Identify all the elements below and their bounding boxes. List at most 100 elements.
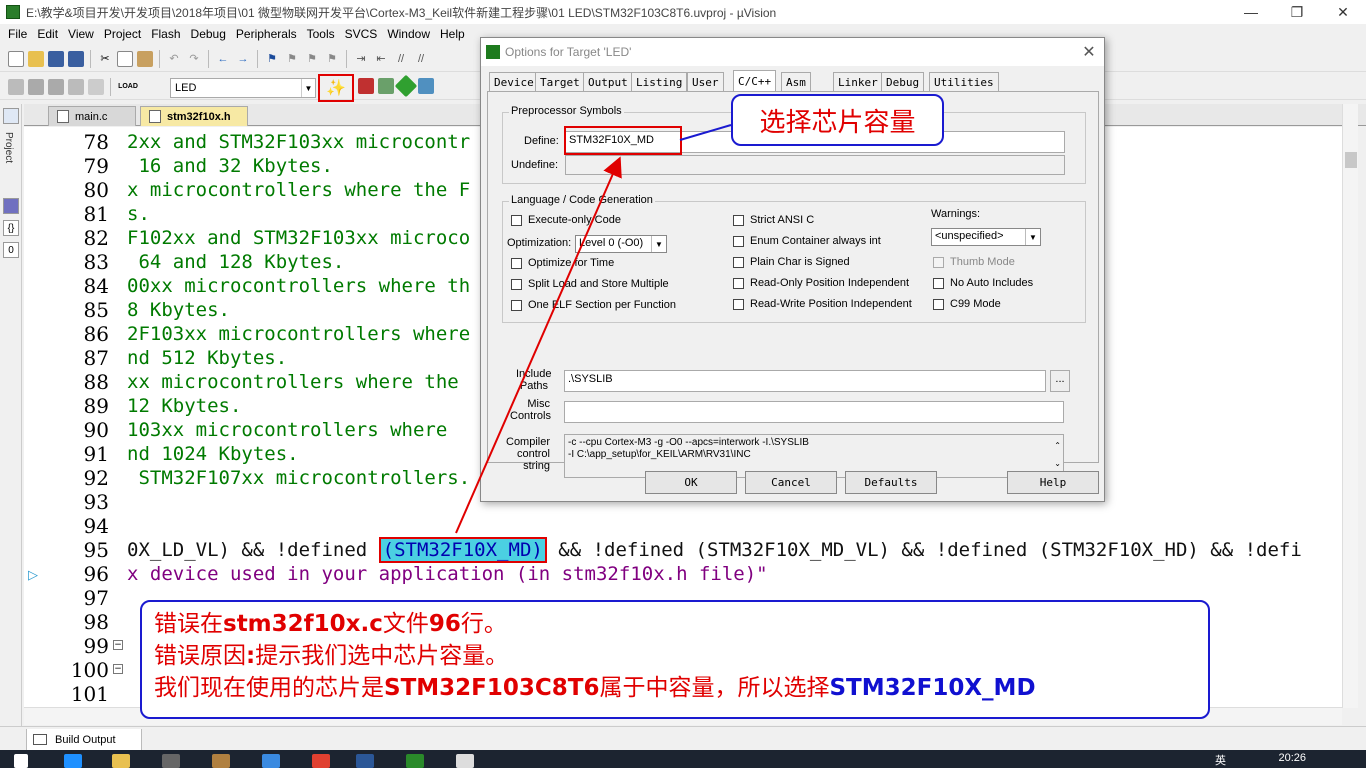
tab-target[interactable]: Target <box>535 72 585 91</box>
fold-icon[interactable]: − <box>113 640 123 650</box>
close-icon[interactable]: ✕ <box>1080 43 1098 61</box>
nav-back-icon[interactable]: ← <box>215 51 231 67</box>
nav-forward-icon[interactable]: → <box>235 51 251 67</box>
menu-view[interactable]: View <box>68 27 94 41</box>
rw-pi-checkbox[interactable]: Read-Write Position Independent <box>733 298 912 310</box>
rebuild-icon[interactable] <box>48 78 64 95</box>
undo-icon[interactable]: ↶ <box>166 51 182 67</box>
keil-icon[interactable] <box>406 754 424 768</box>
build-output-tab[interactable]: Build Output <box>26 729 142 751</box>
menu-project[interactable]: Project <box>104 27 141 41</box>
manage-components-icon[interactable] <box>358 78 374 94</box>
new-file-icon[interactable] <box>8 50 24 67</box>
pack-installer-icon[interactable] <box>394 74 418 98</box>
tab-cc[interactable]: C/C++ <box>733 70 777 92</box>
bookmark-icon[interactable]: ⚑ <box>264 51 280 67</box>
misc-controls-field[interactable] <box>564 401 1064 423</box>
books-icon[interactable] <box>3 198 19 214</box>
tab-device[interactable]: Device <box>489 72 539 91</box>
save-all-icon[interactable] <box>68 50 84 67</box>
tab-debug[interactable]: Debug <box>881 72 925 91</box>
cancel-button[interactable]: Cancel <box>745 471 837 494</box>
paste-icon[interactable] <box>137 50 153 67</box>
minimize-icon[interactable]: — <box>1228 0 1274 24</box>
strict-ansi-checkbox[interactable]: Strict ANSI C <box>733 214 814 226</box>
tab-user[interactable]: User <box>687 72 724 91</box>
ime-indicator[interactable]: 英 <box>1215 752 1226 768</box>
tab-main-c[interactable]: main.c <box>48 106 136 126</box>
bookmark-next-icon[interactable]: ⚑ <box>304 51 320 67</box>
redo-icon[interactable]: ↷ <box>186 51 202 67</box>
split-load-checkbox[interactable]: Split Load and Store Multiple <box>511 278 669 290</box>
tab-stm32f10x-h[interactable]: stm32f10x.h <box>140 106 248 126</box>
ro-pi-checkbox[interactable]: Read-Only Position Independent <box>733 277 909 289</box>
taskbar-clock[interactable]: 20:26 <box>1278 752 1306 764</box>
undefine-field[interactable] <box>565 155 1065 175</box>
menu-window[interactable]: Window <box>387 27 430 41</box>
scroll-thumb[interactable] <box>1345 152 1357 168</box>
tab-utilities[interactable]: Utilities <box>929 72 999 91</box>
enum-container-checkbox[interactable]: Enum Container always int <box>733 235 881 247</box>
defaults-button[interactable]: Defaults <box>845 471 937 494</box>
code-line[interactable]: 96 x device used in your application (in … <box>24 562 1342 586</box>
browser-icon[interactable] <box>262 754 280 768</box>
windows-start-icon[interactable] <box>14 754 28 768</box>
translate-icon[interactable] <box>8 78 24 95</box>
folder-icon[interactable] <box>112 754 130 768</box>
no-auto-includes-checkbox[interactable]: No Auto Includes <box>933 277 1033 289</box>
paint-icon[interactable] <box>212 754 230 768</box>
edge-icon[interactable] <box>64 754 82 768</box>
rte-icon[interactable] <box>418 78 434 94</box>
fold-icon[interactable]: − <box>113 664 123 674</box>
select-packs-icon[interactable] <box>378 78 394 94</box>
project-window-icon[interactable] <box>3 108 19 124</box>
c99-mode-checkbox[interactable]: C99 Mode <box>933 298 1001 310</box>
stop-build-icon[interactable] <box>88 78 104 95</box>
plain-char-checkbox[interactable]: Plain Char is Signed <box>733 256 850 268</box>
menu-svcs[interactable]: SVCS <box>345 27 378 41</box>
menu-debug[interactable]: Debug <box>191 27 226 41</box>
menu-flash[interactable]: Flash <box>151 27 180 41</box>
download-icon[interactable]: LOAD <box>117 79 139 95</box>
include-paths-field[interactable]: .\SYSLIB <box>564 370 1046 392</box>
browse-button[interactable]: ... <box>1050 370 1070 392</box>
word-icon[interactable] <box>356 754 374 768</box>
bookmark-prev-icon[interactable]: ⚑ <box>284 51 300 67</box>
optimize-time-checkbox[interactable]: Optimize for Time <box>511 257 614 269</box>
warnings-select[interactable]: <unspecified> ▼ <box>931 228 1041 246</box>
vertical-scrollbar[interactable] <box>1342 104 1358 708</box>
tab-linker[interactable]: Linker <box>833 72 883 91</box>
functions-icon[interactable]: {} <box>3 220 19 236</box>
comment-icon[interactable]: // <box>393 51 409 67</box>
code-line[interactable]: 94 <box>24 514 1342 538</box>
options-for-target-button[interactable]: ✨ <box>318 74 354 102</box>
optimization-select[interactable]: Level 0 (-O0) ▼ <box>575 235 667 253</box>
restore-icon[interactable]: ❐ <box>1274 0 1320 24</box>
menu-edit[interactable]: Edit <box>37 27 58 41</box>
tab-asm[interactable]: Asm <box>781 72 811 91</box>
tab-output[interactable]: Output <box>583 72 633 91</box>
bookmark-clear-icon[interactable]: ⚑ <box>324 51 340 67</box>
help-button[interactable]: Help <box>1007 471 1099 494</box>
menu-tools[interactable]: Tools <box>307 27 335 41</box>
project-window-label[interactable]: Project <box>3 132 14 163</box>
chrome-icon[interactable] <box>312 754 330 768</box>
uncomment-icon[interactable]: // <box>413 51 429 67</box>
copy-icon[interactable] <box>117 50 133 67</box>
execute-only-checkbox[interactable]: Execute-only Code <box>511 214 621 226</box>
unindent-icon[interactable]: ⇤ <box>373 51 389 67</box>
templates-icon[interactable]: 0 <box>3 242 19 258</box>
scroll-arrows-icon[interactable]: ⌃ ⌄ <box>1054 437 1061 473</box>
code-line[interactable]: 95 0X_LD_VL) && !defined (STM32F10X_MD) &… <box>24 537 1342 563</box>
close-icon[interactable]: ✕ <box>1320 0 1366 24</box>
build-icon[interactable] <box>28 78 44 95</box>
indent-icon[interactable]: ⇥ <box>353 51 369 67</box>
save-icon[interactable] <box>48 50 64 67</box>
batch-build-icon[interactable] <box>68 78 84 95</box>
menu-help[interactable]: Help <box>440 27 465 41</box>
target-select[interactable]: LED ▼ <box>170 78 316 98</box>
tab-listing[interactable]: Listing <box>631 72 688 91</box>
notepad-icon[interactable] <box>456 754 474 768</box>
menu-file[interactable]: File <box>8 27 27 41</box>
open-folder-icon[interactable] <box>28 50 44 67</box>
